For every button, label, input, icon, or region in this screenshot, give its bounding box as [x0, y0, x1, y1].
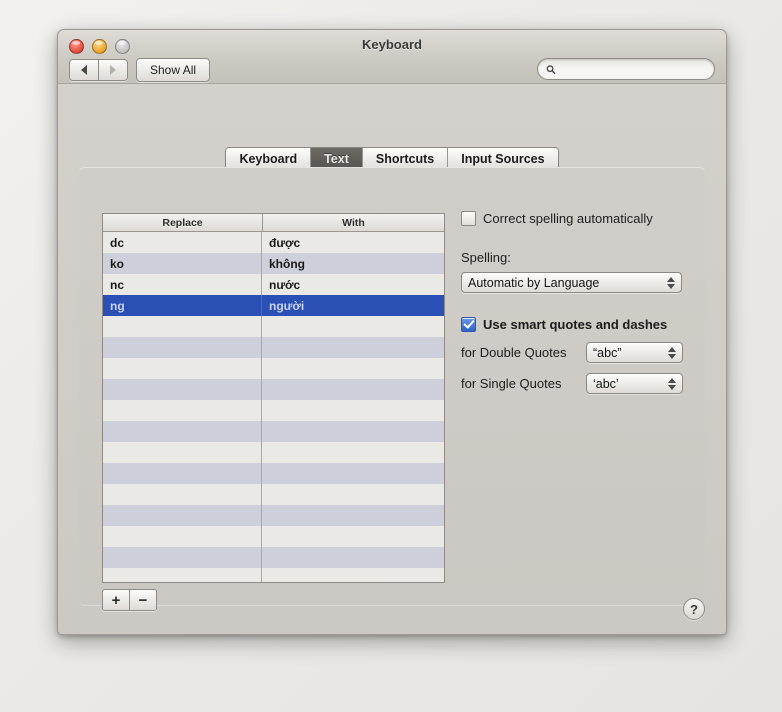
table-row-empty[interactable]: [103, 358, 444, 379]
cell-with: [262, 421, 444, 442]
cell-with: người: [269, 298, 305, 313]
table-row-empty[interactable]: [103, 421, 444, 442]
table-row-empty[interactable]: [103, 526, 444, 547]
back-button[interactable]: [70, 60, 98, 80]
smart-quotes-row[interactable]: Use smart quotes and dashes: [461, 317, 691, 332]
cell-replace: [103, 379, 262, 400]
table-row[interactable]: nc nước: [103, 274, 444, 295]
cell-with: [262, 442, 444, 463]
search-field[interactable]: [537, 58, 715, 80]
cell-replace: [103, 400, 262, 421]
text-replacement-table[interactable]: Replace With dc được ko không nc nước ng: [102, 213, 445, 583]
cell-replace: nc: [103, 274, 262, 295]
show-all-button[interactable]: Show All: [136, 58, 211, 82]
smart-quotes-checkbox[interactable]: [461, 317, 476, 332]
cell-with: [262, 526, 444, 547]
spelling-section-label: Spelling:: [461, 250, 511, 265]
cell-with: [262, 547, 444, 568]
double-quotes-label: for Double Quotes: [461, 345, 567, 360]
cell-replace: [103, 442, 262, 463]
table-row-empty[interactable]: [103, 505, 444, 526]
correct-spelling-label: Correct spelling automatically: [483, 211, 653, 226]
single-quotes-row: for Single Quotes ‘abc’: [461, 373, 691, 394]
search-icon: [546, 64, 556, 74]
cell-replace: [103, 526, 262, 547]
cell-replace: ko: [103, 253, 262, 274]
table-row-empty[interactable]: [103, 547, 444, 568]
window-titlebar[interactable]: Keyboard Show All: [58, 30, 726, 84]
spelling-popup-value: Automatic by Language: [468, 275, 600, 290]
table-row-empty[interactable]: [103, 568, 444, 582]
cell-with: nước: [269, 277, 301, 292]
table-empty-rows: [103, 316, 444, 582]
table-row[interactable]: ko không: [103, 253, 444, 274]
window-title: Keyboard: [362, 37, 422, 52]
forward-button[interactable]: [98, 60, 127, 80]
smart-quotes-label: Use smart quotes and dashes: [483, 317, 668, 332]
correct-spelling-checkbox[interactable]: [461, 211, 476, 226]
chevron-right-icon: [110, 65, 116, 75]
navigation-toolbar: Show All: [69, 58, 211, 82]
remove-entry-button[interactable]: −: [129, 590, 156, 610]
cell-with: [262, 337, 444, 358]
cell-with: [262, 316, 444, 337]
cell-with: [262, 400, 444, 421]
cell-replace: [103, 358, 262, 379]
cell-replace: [103, 421, 262, 442]
cell-with: [262, 463, 444, 484]
cell-with: [262, 484, 444, 505]
column-header-with[interactable]: With: [263, 214, 444, 231]
single-quotes-label: for Single Quotes: [461, 376, 562, 391]
chevron-updown-icon: [667, 276, 675, 289]
single-quotes-popup-button[interactable]: ‘abc’: [586, 373, 683, 394]
cell-replace: ng: [103, 295, 262, 316]
table-row-empty[interactable]: [103, 379, 444, 400]
table-header-row: Replace With: [103, 214, 444, 232]
cell-with: không: [269, 256, 305, 271]
cell-replace: [103, 316, 262, 337]
table-row-empty[interactable]: [103, 463, 444, 484]
table-row-selected[interactable]: ng người: [103, 295, 444, 316]
double-quotes-popup-button[interactable]: “abc”: [586, 342, 683, 363]
double-quotes-value: “abc”: [593, 345, 622, 360]
add-remove-controls: + −: [102, 589, 157, 611]
table-row-empty[interactable]: [103, 337, 444, 358]
cell-with: [262, 358, 444, 379]
cell-with: [262, 379, 444, 400]
cell-replace: [103, 484, 262, 505]
cell-with: được: [269, 235, 301, 250]
search-input[interactable]: [560, 62, 706, 76]
cell-replace: [103, 505, 262, 526]
double-quotes-row: for Double Quotes “abc”: [461, 342, 691, 363]
chevron-left-icon: [81, 65, 87, 75]
chevron-updown-icon: [668, 377, 676, 390]
cell-replace: dc: [103, 232, 262, 253]
table-row-empty[interactable]: [103, 442, 444, 463]
chevron-updown-icon: [668, 346, 676, 359]
help-button[interactable]: ?: [683, 598, 705, 620]
add-entry-button[interactable]: +: [103, 590, 129, 610]
preferences-content: Keyboard Text Shortcuts Input Sources Re…: [58, 84, 726, 634]
spelling-popup-button[interactable]: Automatic by Language: [461, 272, 682, 293]
cell-replace: [103, 547, 262, 568]
column-header-replace[interactable]: Replace: [103, 214, 263, 231]
table-row-empty[interactable]: [103, 400, 444, 421]
back-forward-segmented-control: [69, 59, 128, 81]
keyboard-preferences-window: Keyboard Show All Keyboard Text Shortcut…: [57, 29, 727, 635]
cell-replace: [103, 463, 262, 484]
table-row-empty[interactable]: [103, 484, 444, 505]
table-row-empty[interactable]: [103, 316, 444, 337]
correct-spelling-row[interactable]: Correct spelling automatically: [461, 211, 691, 226]
cell-replace: [103, 337, 262, 358]
single-quotes-value: ‘abc’: [593, 376, 619, 391]
spelling-options-column: Correct spelling automatically Spelling:…: [461, 211, 691, 394]
cell-with: [262, 505, 444, 526]
text-settings-panel: Replace With dc được ko không nc nước ng: [79, 167, 705, 611]
table-row[interactable]: dc được: [103, 232, 444, 253]
cell-replace: [103, 568, 262, 582]
cell-with: [262, 568, 444, 582]
